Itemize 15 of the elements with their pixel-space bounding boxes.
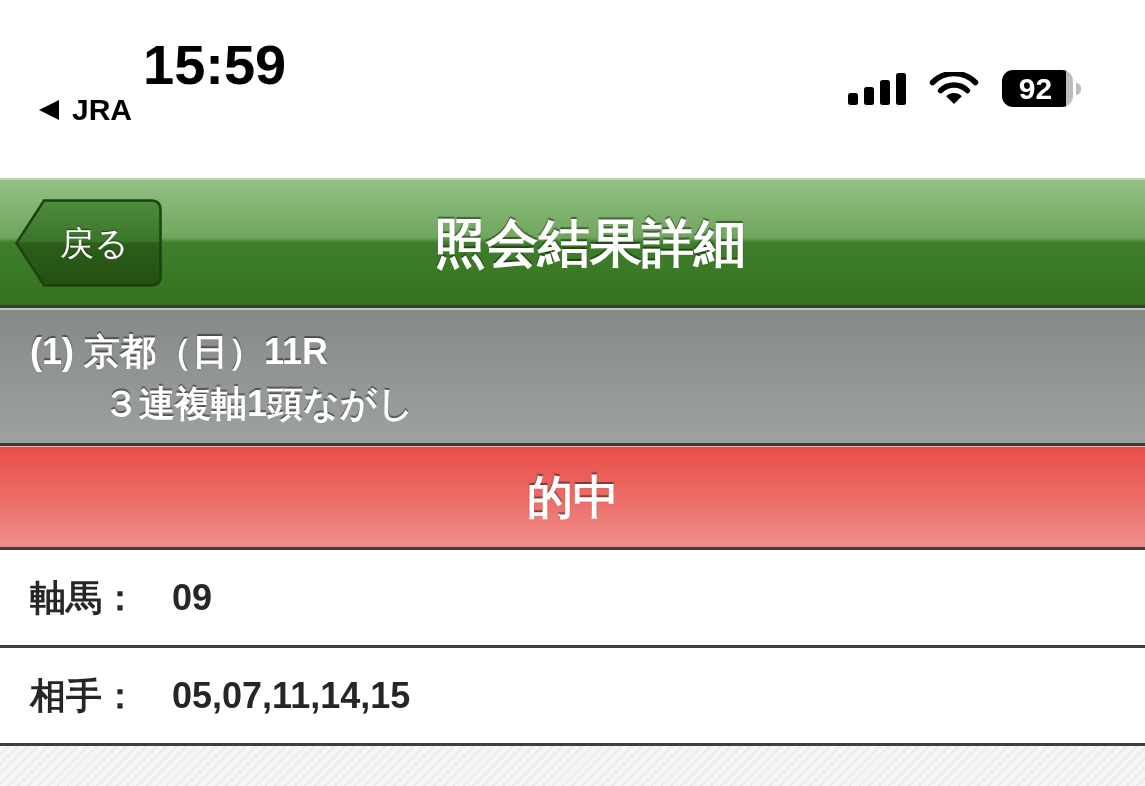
field-value: 09	[172, 579, 213, 616]
battery-indicator: 92	[1002, 70, 1073, 107]
left-triangle-icon	[38, 99, 60, 121]
field-label: 軸馬：	[30, 579, 139, 616]
back-button[interactable]: 戻る	[15, 198, 162, 287]
back-to-app-link[interactable]: JRA	[38, 95, 132, 125]
status-time: 15:59	[143, 37, 287, 93]
result-banner: 的中	[0, 446, 1145, 547]
field-label: 相手：	[30, 677, 139, 714]
signal-bars-icon	[848, 72, 906, 105]
battery-cap-icon	[1076, 82, 1081, 95]
bet-type: ３連複軸1頭ながし	[103, 382, 415, 426]
race-title: (1) 京都（日）11R	[30, 330, 329, 374]
field-value: 05,07,11,14,15	[172, 677, 411, 714]
page-title: 照会結果詳細	[433, 216, 746, 269]
